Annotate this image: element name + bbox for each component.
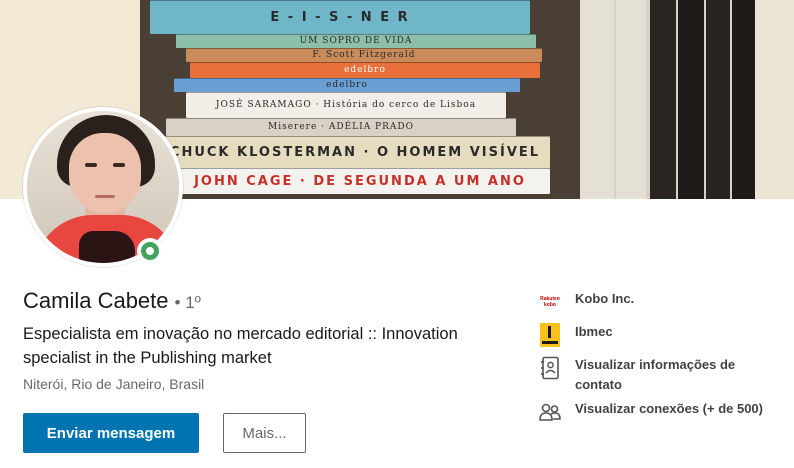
- profile-name: Camila Cabete: [23, 288, 169, 313]
- photo-border: [755, 0, 794, 199]
- book-spine: [580, 0, 614, 199]
- book-spine: UM SOPRO DE VIDA: [176, 34, 536, 48]
- kobo-logo-icon: Rakuten kobo: [537, 289, 563, 315]
- book-spine: [706, 0, 730, 199]
- profile-headline: Especialista em inovação no mercado edit…: [23, 325, 458, 367]
- book-spine: CHUCK KLOSTERMAN · O HOMEM VISÍVEL: [160, 136, 550, 168]
- connection-degree: • 1º: [174, 293, 201, 312]
- book-spine: edelbro: [174, 78, 520, 92]
- book-spine: E - I - S - N E R: [150, 0, 530, 34]
- book-spine: [650, 0, 676, 199]
- book-spine: [678, 0, 704, 199]
- contact-info-link[interactable]: Visualizar informações de contato: [537, 355, 780, 395]
- school-name: Ibmec: [575, 324, 613, 339]
- book-spine: [616, 0, 646, 199]
- people-icon: [537, 399, 563, 425]
- name-row: Camila Cabete • 1º: [23, 288, 201, 314]
- book-spine: JOHN CAGE · DE SEGUNDA A UM ANO: [170, 168, 550, 194]
- book-spine: F. Scott Fitzgerald: [186, 48, 542, 62]
- send-message-button[interactable]: Enviar mensagem: [23, 413, 199, 453]
- online-status-icon: [137, 238, 163, 264]
- profile-location: Niterói, Rio de Janeiro, Brasil: [23, 376, 205, 392]
- school-link[interactable]: Ibmec: [537, 322, 780, 348]
- connections-link[interactable]: Visualizar conexões (+ de 500): [537, 399, 780, 425]
- contact-book-icon: [537, 355, 563, 381]
- connections-label: Visualizar conexões (+ de 500): [575, 401, 763, 416]
- contact-info-label: Visualizar informações de contato: [575, 357, 736, 392]
- more-button[interactable]: Mais...: [223, 413, 306, 453]
- ibmec-logo-icon: [537, 322, 563, 348]
- standing-books: [580, 0, 760, 199]
- book-spine: Miserere · ADÉLIA PRADO: [166, 118, 516, 136]
- book-spine: JOSÉ SARAMAGO · História do cerco de Lis…: [186, 92, 506, 118]
- company-name: Kobo Inc.: [575, 291, 635, 306]
- book-spine: edelbro: [190, 62, 540, 78]
- company-link[interactable]: Rakuten kobo Kobo Inc.: [537, 289, 780, 315]
- book-stack: E - I - S - N E R UM SOPRO DE VIDA F. Sc…: [140, 0, 580, 199]
